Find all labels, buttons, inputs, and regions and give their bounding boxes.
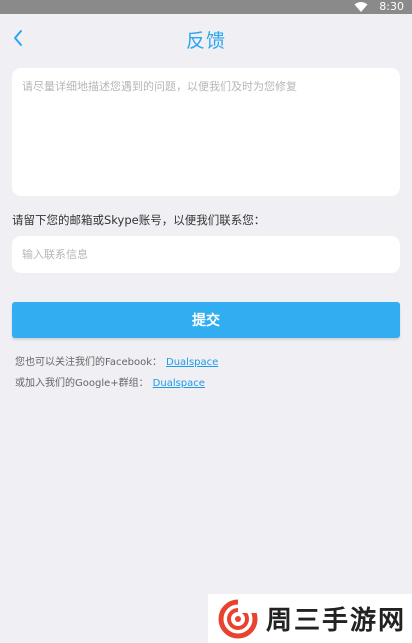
facebook-follow-line: 您也可以关注我们的Facebook： Dualspace <box>15 353 218 368</box>
feedback-textarea[interactable] <box>12 68 400 196</box>
contact-input[interactable] <box>12 236 400 273</box>
wifi-icon <box>354 2 368 12</box>
status-time: 8:30 <box>379 0 404 13</box>
google-group-text: 或加入我们的Google+群组： <box>15 378 149 389</box>
watermark: 周三手游网 <box>208 594 412 643</box>
watermark-text: 周三手游网 <box>266 606 407 636</box>
swirl-logo-icon <box>218 598 258 638</box>
google-group-line: 或加入我们的Google+群组： Dualspace <box>15 374 205 389</box>
submit-button[interactable]: 提交 <box>12 302 400 338</box>
facebook-link[interactable]: Dualspace <box>166 357 218 368</box>
header: 反馈 <box>0 14 412 62</box>
contact-label: 请留下您的邮箱或Skype账号，以便我们联系您： <box>12 213 266 227</box>
status-bar: 8:30 <box>0 0 412 14</box>
facebook-follow-text: 您也可以关注我们的Facebook： <box>15 357 162 368</box>
google-group-link[interactable]: Dualspace <box>153 378 205 389</box>
page-title: 反馈 <box>185 30 226 52</box>
